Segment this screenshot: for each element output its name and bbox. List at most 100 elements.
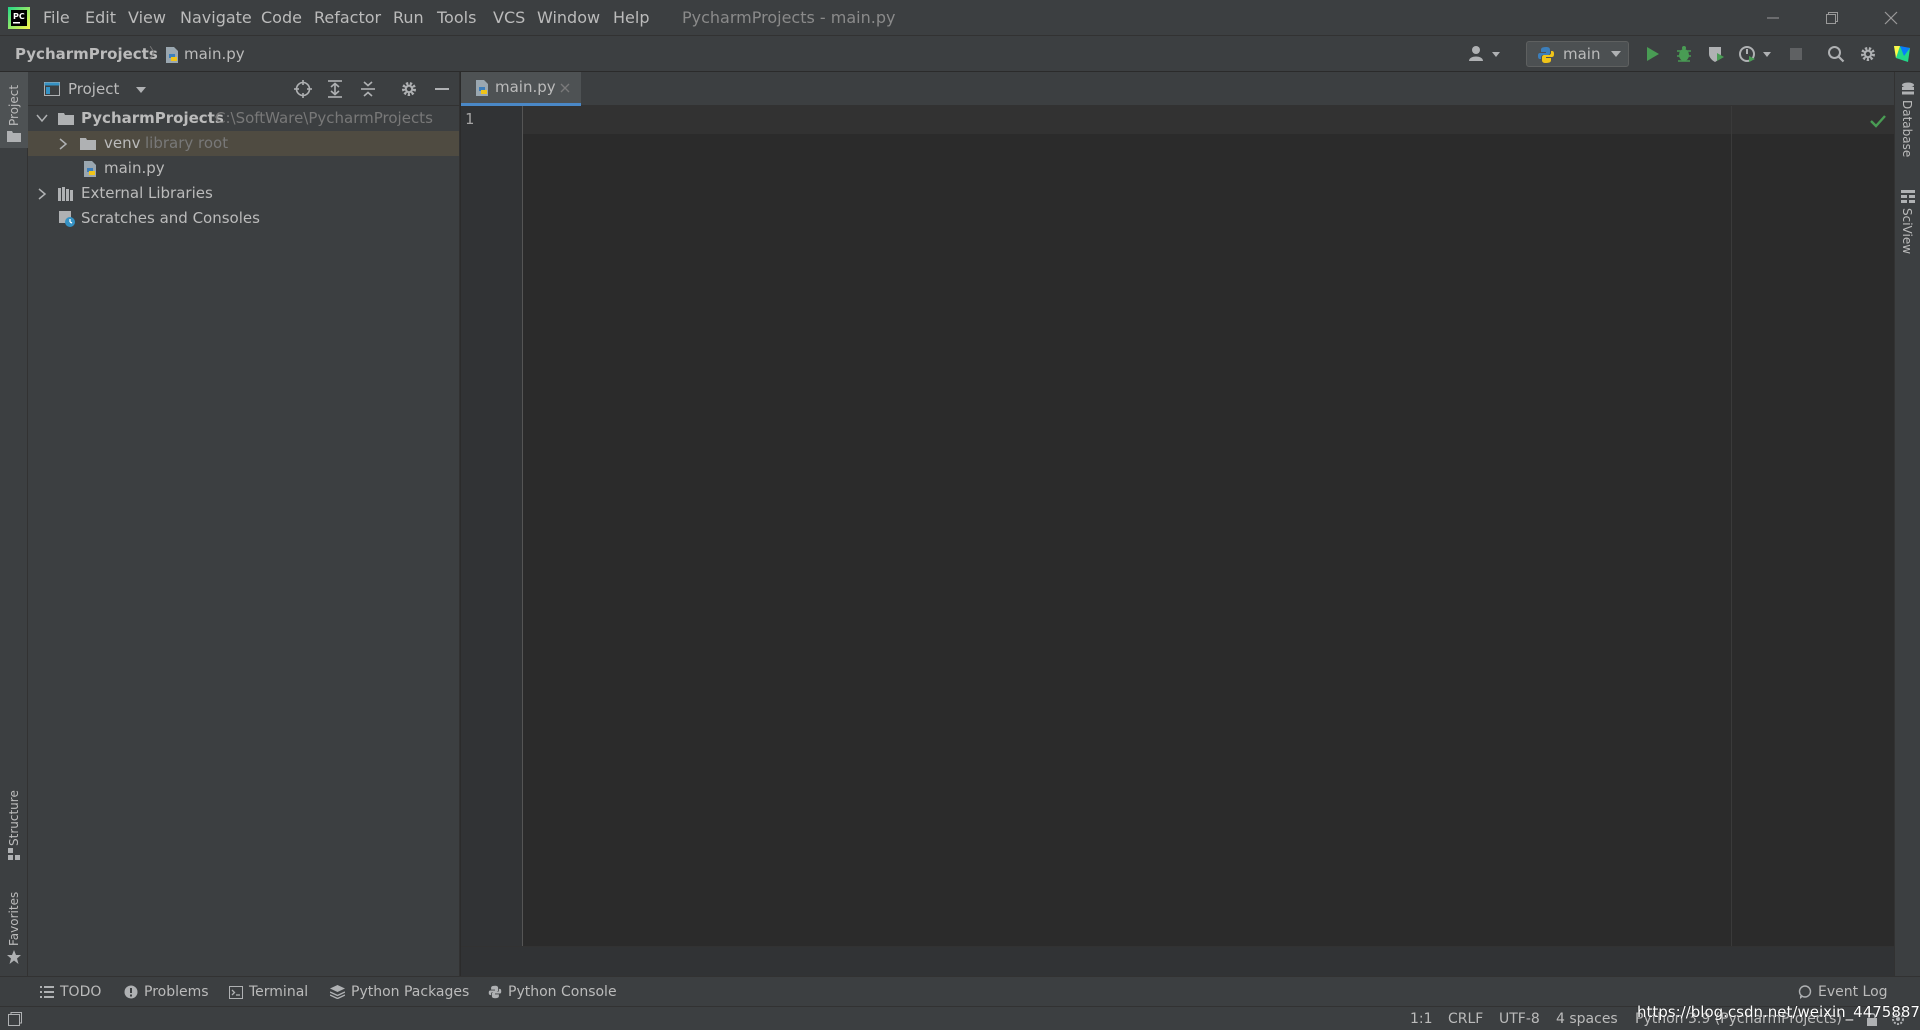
- caret-position[interactable]: 1:1: [1410, 1007, 1433, 1030]
- menu-window[interactable]: Window: [537, 0, 600, 36]
- no-problems-check-icon[interactable]: [1870, 114, 1886, 128]
- menu-tools[interactable]: Tools: [437, 0, 476, 36]
- settings-gear-icon[interactable]: [1859, 45, 1877, 63]
- project-tool-button[interactable]: Project: [0, 72, 28, 148]
- todo-tool-button[interactable]: TODO: [40, 977, 101, 1007]
- menu-file[interactable]: File: [43, 0, 70, 36]
- todo-tool-label: TODO: [60, 984, 102, 1000]
- line-separator[interactable]: CRLF: [1448, 1007, 1483, 1030]
- tree-node-scratches[interactable]: Scratches and Consoles: [28, 206, 459, 231]
- hide-panel-icon[interactable]: [434, 80, 450, 98]
- editor-gutter: 1: [461, 106, 523, 946]
- menu-help[interactable]: Help: [613, 0, 649, 36]
- problems-tool-button[interactable]: Problems: [124, 977, 209, 1007]
- stop-button[interactable]: [1789, 47, 1803, 61]
- python-file-icon: [81, 160, 99, 178]
- tree-node-venv[interactable]: venv library root: [28, 131, 459, 156]
- chevron-down-icon[interactable]: [136, 86, 146, 94]
- tree-node-label: Scratches and Consoles: [81, 209, 260, 227]
- todo-list-icon: [40, 986, 54, 998]
- favorites-tool-button[interactable]: Favorites: [0, 876, 28, 966]
- chevron-down-icon[interactable]: [36, 114, 48, 123]
- folder-icon: [7, 130, 21, 142]
- project-panel-header: Project: [28, 72, 460, 106]
- packages-layers-icon: [330, 985, 345, 999]
- star-icon: [7, 950, 21, 964]
- collapse-all-icon[interactable]: [360, 80, 376, 98]
- problems-tool-label: Problems: [144, 984, 209, 1000]
- tool-windows-toggle-icon[interactable]: [8, 1012, 22, 1026]
- menu-view[interactable]: View: [128, 0, 166, 36]
- scratches-icon: [58, 210, 76, 228]
- chevron-right-icon[interactable]: [59, 138, 68, 150]
- tree-node-label: External Libraries: [81, 184, 213, 202]
- navigation-bar: PycharmProjects 〉 main.py main: [0, 36, 1920, 72]
- gear-icon[interactable]: [400, 80, 418, 98]
- run-configuration-label: main: [1563, 45, 1601, 63]
- editor-tab-bar: main.py: [461, 72, 1894, 106]
- locate-file-icon[interactable]: [294, 80, 312, 98]
- svg-text:PC: PC: [13, 12, 25, 21]
- event-log-bubble-icon: [1798, 985, 1812, 999]
- expand-all-icon[interactable]: [327, 80, 343, 98]
- breadcrumb-file[interactable]: main.py: [184, 36, 245, 72]
- sciview-tool-label: SciView: [1900, 208, 1914, 255]
- tab-main-py[interactable]: main.py: [461, 72, 581, 106]
- structure-icon: [8, 848, 20, 860]
- sciview-icon: [1901, 190, 1915, 204]
- favorites-tool-label: Favorites: [7, 891, 21, 946]
- terminal-tool-label: Terminal: [249, 984, 309, 1000]
- project-view-icon: [44, 82, 60, 96]
- problems-info-icon: [124, 985, 138, 999]
- python-console-icon: [488, 985, 502, 999]
- tool-window-bar: TODO Problems Terminal Python Packages P…: [0, 976, 1920, 1006]
- search-everywhere-icon[interactable]: [1827, 45, 1845, 63]
- python-icon: [1537, 46, 1555, 64]
- window-title: PycharmProjects - main.py: [682, 8, 896, 27]
- debug-button[interactable]: [1675, 45, 1693, 63]
- minimize-button[interactable]: [1745, 0, 1801, 36]
- project-view-selector[interactable]: Project: [68, 72, 119, 106]
- terminal-tool-button[interactable]: Terminal: [229, 977, 308, 1007]
- close-window-button[interactable]: [1863, 0, 1919, 36]
- python-packages-tool-button[interactable]: Python Packages: [330, 977, 469, 1007]
- run-configuration-select[interactable]: main: [1526, 41, 1629, 67]
- structure-tool-button[interactable]: Structure: [0, 776, 28, 860]
- menu-vcs[interactable]: VCS: [493, 0, 525, 36]
- tree-node-label: venv: [104, 134, 141, 152]
- vcs-user-icon[interactable]: [1468, 45, 1504, 63]
- python-file-icon: [163, 46, 181, 64]
- code-editor[interactable]: [523, 134, 1894, 946]
- current-line-highlight[interactable]: [523, 106, 1894, 134]
- menu-refactor[interactable]: Refactor: [314, 0, 381, 36]
- menu-code[interactable]: Code: [261, 0, 302, 36]
- profile-button[interactable]: [1739, 45, 1773, 63]
- tree-node-project-root[interactable]: PycharmProjects C:\SoftWare\PycharmProje…: [28, 106, 459, 131]
- database-tool-button[interactable]: Database: [1895, 82, 1920, 164]
- tree-node-label: main.py: [104, 159, 165, 177]
- tab-label: main.py: [495, 78, 556, 96]
- folder-icon: [80, 137, 96, 150]
- terminal-icon: [229, 985, 243, 999]
- file-encoding[interactable]: UTF-8: [1499, 1007, 1540, 1030]
- run-with-coverage-button[interactable]: [1707, 45, 1725, 63]
- line-number: 1: [465, 110, 475, 128]
- breadcrumb-project[interactable]: PycharmProjects: [15, 36, 158, 72]
- indent-setting[interactable]: 4 spaces: [1556, 1007, 1618, 1030]
- folder-icon: [58, 112, 74, 125]
- close-tab-icon[interactable]: [560, 83, 570, 93]
- menu-edit[interactable]: Edit: [85, 0, 116, 36]
- restore-button[interactable]: [1804, 0, 1860, 36]
- python-packages-tool-label: Python Packages: [351, 984, 470, 1000]
- tree-node-external-libraries[interactable]: External Libraries: [28, 181, 459, 206]
- structure-tool-label: Structure: [7, 790, 21, 846]
- sciview-tool-button[interactable]: SciView: [1895, 190, 1920, 270]
- chevron-right-icon[interactable]: [38, 188, 47, 200]
- python-console-tool-button[interactable]: Python Console: [488, 977, 617, 1007]
- tree-node-main-py[interactable]: main.py: [28, 156, 459, 181]
- watermark-url: https://blog.csdn.net/weixin_44758876: [1637, 1003, 1920, 1021]
- menu-run[interactable]: Run: [393, 0, 424, 36]
- run-button[interactable]: [1643, 45, 1661, 63]
- jetbrains-toolbox-icon[interactable]: [1892, 44, 1912, 64]
- menu-navigate[interactable]: Navigate: [180, 0, 252, 36]
